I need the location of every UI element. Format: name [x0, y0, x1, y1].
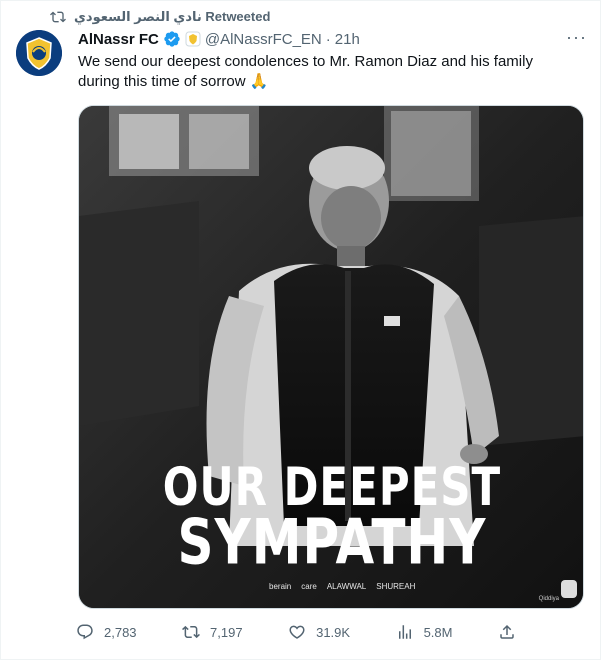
verified-badge-icon: [163, 30, 181, 48]
retweet-icon: [182, 625, 200, 639]
tweet-text: We send our deepest condolences to Mr. R…: [78, 53, 533, 90]
author-handle[interactable]: @AlNassrFC_EN: [205, 31, 322, 48]
headline-line-2: SYMPATHY: [177, 506, 487, 579]
club-crest-small-icon: [561, 580, 577, 598]
sponsor-logo: ALAWWAL: [326, 582, 367, 591]
retweet-count: 7,197: [210, 624, 243, 640]
club-partner-label: Qiddiya: [538, 596, 559, 602]
sponsor-logo: SHUREAH: [376, 582, 416, 591]
views-button[interactable]: 5.8M: [396, 623, 453, 641]
like-count: 31.9K: [316, 624, 351, 640]
views-count: 5.8M: [423, 624, 453, 640]
tweet-header: AlNassr FC @AlNassrFC_EN · 21h: [78, 29, 360, 49]
separator-dot: ·: [325, 30, 331, 48]
views-chart-icon: [398, 625, 411, 639]
author-name[interactable]: AlNassr FC: [78, 31, 159, 48]
reply-button[interactable]: 2,783: [76, 623, 137, 641]
retweet-button[interactable]: 7,197: [182, 623, 243, 641]
tweet-media-image[interactable]: OUR DEEPEST SYMPATHY berain care ALAWWAL…: [78, 105, 584, 609]
more-options-icon[interactable]: ···: [566, 28, 587, 46]
reply-icon: [77, 624, 93, 640]
tweet-timestamp[interactable]: 21h: [335, 31, 360, 48]
club-crest-icon: [16, 30, 62, 76]
sponsor-logos: berain care ALAWWAL SHUREAH: [269, 582, 415, 591]
sponsor-logo: care: [301, 582, 317, 591]
affiliate-badge-icon: [185, 31, 201, 47]
heart-icon: [289, 625, 305, 639]
retweeted-by-label: نادي النصر السعودي Retweeted: [74, 9, 271, 24]
share-icon: [500, 624, 514, 639]
tweet-actions-bar: 2,783 7,197 31.9K 5.8M: [76, 621, 516, 643]
retweet-icon: [50, 11, 66, 23]
share-button[interactable]: [498, 623, 516, 641]
avatar[interactable]: [16, 30, 62, 76]
reply-count: 2,783: [104, 624, 137, 640]
sponsor-logo: berain: [269, 582, 292, 591]
retweeted-by-row[interactable]: نادي النصر السعودي Retweeted: [50, 8, 270, 26]
like-button[interactable]: 31.9K: [288, 623, 350, 641]
